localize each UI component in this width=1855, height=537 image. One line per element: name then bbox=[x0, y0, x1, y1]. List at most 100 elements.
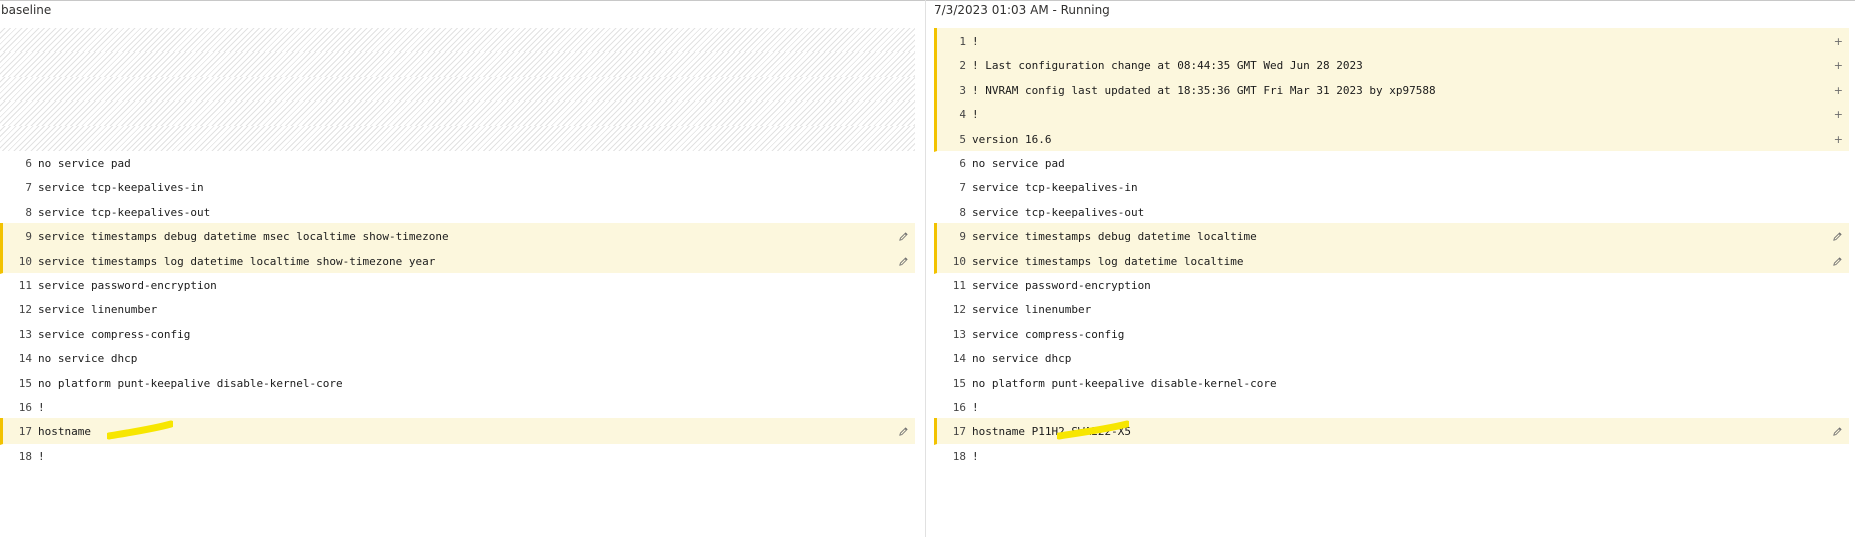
line-number: 14 bbox=[18, 352, 32, 366]
line-text: no service pad bbox=[972, 157, 1065, 170]
line-number: 4 bbox=[959, 108, 966, 122]
line-number: 17 bbox=[18, 425, 32, 439]
line-text: ! bbox=[972, 108, 979, 122]
diff-line[interactable]: 11 service password-encryption bbox=[0, 272, 915, 296]
diff-line[interactable]: 18! bbox=[0, 443, 915, 467]
diff-line[interactable]: 1! + bbox=[934, 28, 1849, 55]
line-number: 1 bbox=[959, 35, 966, 48]
line-text: ! NVRAM config last updated at 18:35:36 … bbox=[972, 83, 1436, 97]
diff-line[interactable]: 7 service tcp-keepalives-in bbox=[0, 174, 915, 198]
line-text: hostname bbox=[38, 425, 91, 439]
line-number: 14 bbox=[952, 352, 966, 366]
running-pane-title: 7/3/2023 01:03 AM - Running bbox=[934, 3, 1110, 17]
line-number: 16 bbox=[18, 401, 32, 414]
line-text: no service dhcp bbox=[38, 352, 138, 366]
line-number: 13 bbox=[952, 327, 966, 341]
diff-line[interactable]: 9 service timestamps debug datetime local… bbox=[934, 223, 1849, 250]
line-number: 15 bbox=[952, 376, 966, 390]
line-text: service password-encryption bbox=[972, 279, 1151, 292]
diff-line[interactable]: 4! + bbox=[934, 101, 1849, 128]
diff-line[interactable]: 16! bbox=[0, 394, 915, 418]
line-number: 11 bbox=[952, 279, 966, 292]
line-text: service timestamps log datetime localtim… bbox=[972, 254, 1244, 268]
diff-line[interactable]: 12 service linenumber bbox=[934, 296, 1849, 320]
diff-line[interactable]: 10 service timestamps log datetime localt… bbox=[934, 247, 1849, 274]
diff-line[interactable]: 6 no service pad bbox=[934, 150, 1849, 174]
line-number: 6 bbox=[25, 157, 32, 170]
line-text: service tcp-keepalives-out bbox=[38, 205, 211, 219]
line-text: version 16.6 bbox=[972, 132, 1052, 146]
line-text: service compress-config bbox=[972, 327, 1125, 341]
diff-line[interactable]: 13 service compress-config bbox=[0, 321, 915, 345]
add-line-icon[interactable]: + bbox=[1834, 126, 1843, 153]
line-text: no platform punt-keepalive disable-kerne… bbox=[972, 376, 1277, 390]
pencil-icon[interactable] bbox=[1832, 256, 1843, 267]
pencil-icon[interactable] bbox=[1832, 426, 1843, 437]
line-text: service tcp-keepalives-out bbox=[972, 205, 1145, 219]
line-number: 3 bbox=[959, 83, 966, 97]
line-number: 9 bbox=[25, 230, 32, 244]
diff-line[interactable]: 12 service linenumber bbox=[0, 296, 915, 320]
add-line-icon[interactable]: + bbox=[1834, 52, 1843, 79]
line-number: 6 bbox=[959, 157, 966, 170]
diff-line[interactable]: 8 service tcp-keepalives-out bbox=[0, 199, 915, 223]
redaction-mark bbox=[1057, 420, 1129, 440]
line-number: 2 bbox=[959, 59, 966, 73]
diff-line[interactable]: 10 service timestamps log datetime localt… bbox=[0, 247, 915, 274]
line-text: service tcp-keepalives-in bbox=[38, 181, 204, 195]
line-text: service linenumber bbox=[972, 303, 1092, 317]
diff-line[interactable]: 7 service tcp-keepalives-in bbox=[934, 174, 1849, 198]
line-number: 10 bbox=[952, 254, 966, 268]
diff-line[interactable]: 11 service password-encryption bbox=[934, 272, 1849, 296]
add-line-icon[interactable]: + bbox=[1834, 77, 1843, 104]
line-number: 18 bbox=[952, 449, 966, 463]
line-text: no service pad bbox=[38, 157, 131, 170]
line-number: 17 bbox=[952, 425, 966, 439]
pencil-icon[interactable] bbox=[898, 231, 909, 242]
diff-line[interactable]: 15 no platform punt-keepalive disable-ker… bbox=[0, 370, 915, 394]
diff-line[interactable]: 18! bbox=[934, 443, 1849, 467]
diff-line[interactable]: 14 no service dhcp bbox=[934, 345, 1849, 369]
line-text: service linenumber bbox=[38, 303, 158, 317]
diff-line[interactable]: 5 version 16.6 + bbox=[934, 125, 1849, 153]
line-number: 8 bbox=[959, 205, 966, 219]
placeholder-row bbox=[0, 28, 915, 55]
line-text: ! bbox=[38, 449, 45, 463]
diff-line[interactable]: 13 service compress-config bbox=[934, 321, 1849, 345]
line-number: 9 bbox=[959, 230, 966, 244]
line-text: ! Last configuration change at 08:44:35 … bbox=[972, 59, 1363, 73]
line-number: 12 bbox=[952, 303, 966, 317]
line-number: 5 bbox=[959, 132, 966, 146]
add-line-icon[interactable]: + bbox=[1834, 28, 1843, 55]
line-text: no platform punt-keepalive disable-kerne… bbox=[38, 376, 343, 390]
line-text: service compress-config bbox=[38, 327, 191, 341]
pencil-icon[interactable] bbox=[898, 426, 909, 437]
diff-line[interactable]: 2 ! Last configuration change at 08:44:35… bbox=[934, 52, 1849, 79]
line-text: ! bbox=[972, 35, 979, 48]
line-number: 13 bbox=[18, 327, 32, 341]
line-number: 15 bbox=[18, 376, 32, 390]
diff-line[interactable]: 14 no service dhcp bbox=[0, 345, 915, 369]
line-number: 10 bbox=[18, 254, 32, 268]
diff-line[interactable]: 3 ! NVRAM config last updated at 18:35:36… bbox=[934, 76, 1849, 104]
line-text: ! bbox=[972, 401, 979, 414]
line-text: service timestamps debug datetime msec l… bbox=[38, 230, 449, 244]
pane-divider[interactable] bbox=[925, 0, 926, 537]
baseline-pane-title: baseline bbox=[1, 3, 52, 17]
placeholder-row bbox=[0, 125, 915, 152]
line-number: 11 bbox=[18, 279, 32, 292]
pencil-icon[interactable] bbox=[898, 256, 909, 267]
diff-line[interactable]: 17 hostname bbox=[0, 418, 915, 445]
line-number: 8 bbox=[25, 205, 32, 219]
diff-line[interactable]: 16! bbox=[934, 394, 1849, 418]
line-text: ! bbox=[972, 449, 979, 463]
diff-line[interactable]: 15 no platform punt-keepalive disable-ker… bbox=[934, 370, 1849, 394]
placeholder-row bbox=[0, 76, 915, 104]
diff-line[interactable]: 6 no service pad bbox=[0, 150, 915, 174]
add-line-icon[interactable]: + bbox=[1834, 101, 1843, 128]
diff-line[interactable]: 17 hostname P11H2-SWA222-X5 bbox=[934, 418, 1849, 445]
diff-line[interactable]: 8 service tcp-keepalives-out bbox=[934, 199, 1849, 223]
diff-line[interactable]: 9 service timestamps debug datetime msec … bbox=[0, 223, 915, 250]
pencil-icon[interactable] bbox=[1832, 231, 1843, 242]
line-text: service tcp-keepalives-in bbox=[972, 181, 1138, 195]
